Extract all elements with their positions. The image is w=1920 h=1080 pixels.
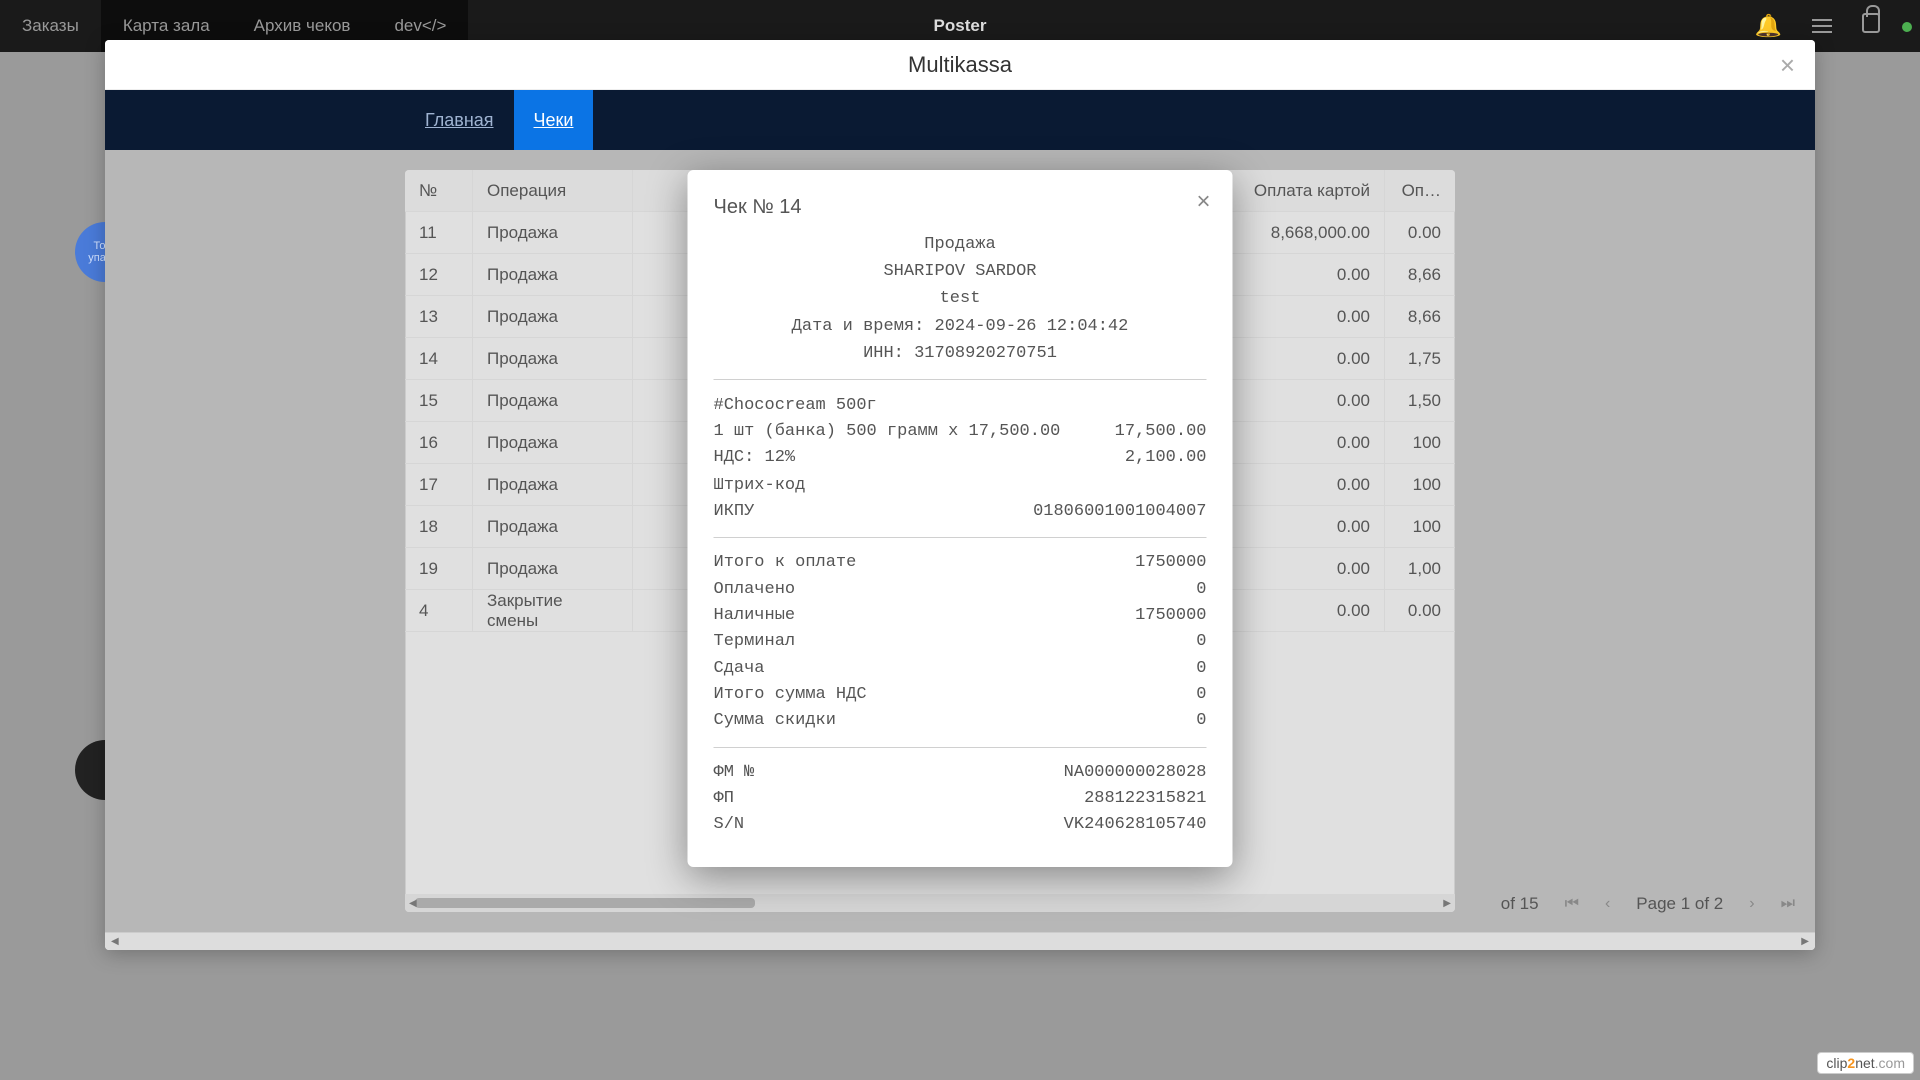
cell-number: 17 <box>405 464 473 505</box>
cell-number: 4 <box>405 590 473 631</box>
modal-horizontal-scrollbar[interactable] <box>105 932 1815 950</box>
receipt-item-line: 1 шт (банка) 500 грамм x 17,500.0017,500… <box>714 419 1207 445</box>
receipt-total-row: Итого к оплате1750000 <box>714 550 1207 576</box>
bell-icon[interactable]: 🔔 <box>1755 13 1782 39</box>
cell-number: 11 <box>405 212 473 253</box>
page-first-icon[interactable]: ⏮ <box>1565 895 1579 913</box>
cell-operation: Продажа <box>473 254 633 295</box>
cell-operation: Продажа <box>473 338 633 379</box>
cell-operation: Закрытие смены <box>473 590 633 631</box>
cell-cash: 100 <box>1385 464 1455 505</box>
cell-operation: Продажа <box>473 422 633 463</box>
col-number[interactable]: № <box>405 170 473 211</box>
clip2net-watermark: clip2net.com <box>1817 1052 1914 1074</box>
cell-operation: Продажа <box>473 548 633 589</box>
page-indicator: Page 1 of 2 <box>1636 894 1723 914</box>
cell-cash: 1,00 <box>1385 548 1455 589</box>
cell-cash: 1,75 <box>1385 338 1455 379</box>
tab-receipts[interactable]: Чеки <box>514 90 594 150</box>
receipt-title: Чек № 14 <box>714 196 1207 219</box>
cell-number: 12 <box>405 254 473 295</box>
nav-orders[interactable]: Заказы <box>0 0 101 52</box>
page-next-icon[interactable]: › <box>1749 895 1754 913</box>
page-last-icon[interactable]: ⏭ <box>1781 895 1795 913</box>
receipt-footer-row: S/NVK240628105740 <box>714 812 1207 838</box>
table-pagination: of 15 ⏮ ‹ Page 1 of 2 › ⏭ <box>1501 894 1795 914</box>
lock-icon[interactable] <box>1862 13 1880 39</box>
cell-operation: Продажа <box>473 464 633 505</box>
cell-cash: 100 <box>1385 422 1455 463</box>
status-dot-icon <box>1902 22 1912 32</box>
receipt-ikpu: ИКПУ01806001001004007 <box>714 499 1207 525</box>
tab-main[interactable]: Главная <box>405 90 514 150</box>
cell-number: 18 <box>405 506 473 547</box>
col-cash[interactable]: Оп… <box>1385 170 1455 211</box>
receipt-datetime: Дата и время: 2024-09-26 12:04:42 <box>714 313 1207 340</box>
cell-cash: 1,50 <box>1385 380 1455 421</box>
receipt-dialog: × Чек № 14 Продажа SHARIPOV SARDOR test … <box>688 170 1233 867</box>
receipt-cashier: SHARIPOV SARDOR <box>714 258 1207 285</box>
receipt-total-row: Сдача0 <box>714 656 1207 682</box>
cell-number: 13 <box>405 296 473 337</box>
modal-header: Multikassa × <box>105 40 1815 90</box>
col-operation[interactable]: Операция <box>473 170 633 211</box>
close-icon[interactable]: × <box>1780 52 1795 78</box>
cell-operation: Продажа <box>473 506 633 547</box>
receipt-inn: ИНН: 31708920270751 <box>714 340 1207 367</box>
cell-number: 15 <box>405 380 473 421</box>
cell-cash: 8,66 <box>1385 254 1455 295</box>
receipt-total-row: Сумма скидки0 <box>714 708 1207 734</box>
receipt-shop: test <box>714 285 1207 312</box>
brand-label: Poster <box>934 16 987 36</box>
cell-operation: Продажа <box>473 380 633 421</box>
receipt-type: Продажа <box>714 231 1207 258</box>
menu-icon[interactable] <box>1812 19 1832 33</box>
receipt-close-icon[interactable]: × <box>1196 188 1210 216</box>
receipt-item-name: #Chococream 500г <box>714 392 1207 419</box>
multikassa-modal: Multikassa × Главная Чеки № Операция Опл… <box>105 40 1815 950</box>
modal-body: № Операция Оплата картой Оп… 11Продажа8,… <box>105 150 1815 932</box>
cell-number: 14 <box>405 338 473 379</box>
receipt-footer-row: ФМ №NA000000028028 <box>714 760 1207 786</box>
row-range: of 15 <box>1501 894 1539 914</box>
cell-operation: Продажа <box>473 212 633 253</box>
cell-cash: 100 <box>1385 506 1455 547</box>
table-horizontal-scrollbar[interactable] <box>405 894 1455 912</box>
receipt-vat: НДС: 12%2,100.00 <box>714 445 1207 471</box>
receipt-footer-row: ФП288122315821 <box>714 786 1207 812</box>
page-prev-icon[interactable]: ‹ <box>1605 895 1610 913</box>
cell-cash: 8,66 <box>1385 296 1455 337</box>
cell-cash: 0.00 <box>1385 590 1455 631</box>
cell-cash: 0.00 <box>1385 212 1455 253</box>
modal-title: Multikassa <box>908 52 1012 78</box>
cell-operation: Продажа <box>473 296 633 337</box>
receipt-total-row: Терминал0 <box>714 629 1207 655</box>
receipt-total-row: Наличные1750000 <box>714 603 1207 629</box>
cell-number: 19 <box>405 548 473 589</box>
receipt-total-row: Итого сумма НДС0 <box>714 682 1207 708</box>
receipt-barcode-label: Штрих-код <box>714 472 1207 499</box>
cell-number: 16 <box>405 422 473 463</box>
tab-bar: Главная Чеки <box>105 90 1815 150</box>
receipt-total-row: Оплачено0 <box>714 577 1207 603</box>
